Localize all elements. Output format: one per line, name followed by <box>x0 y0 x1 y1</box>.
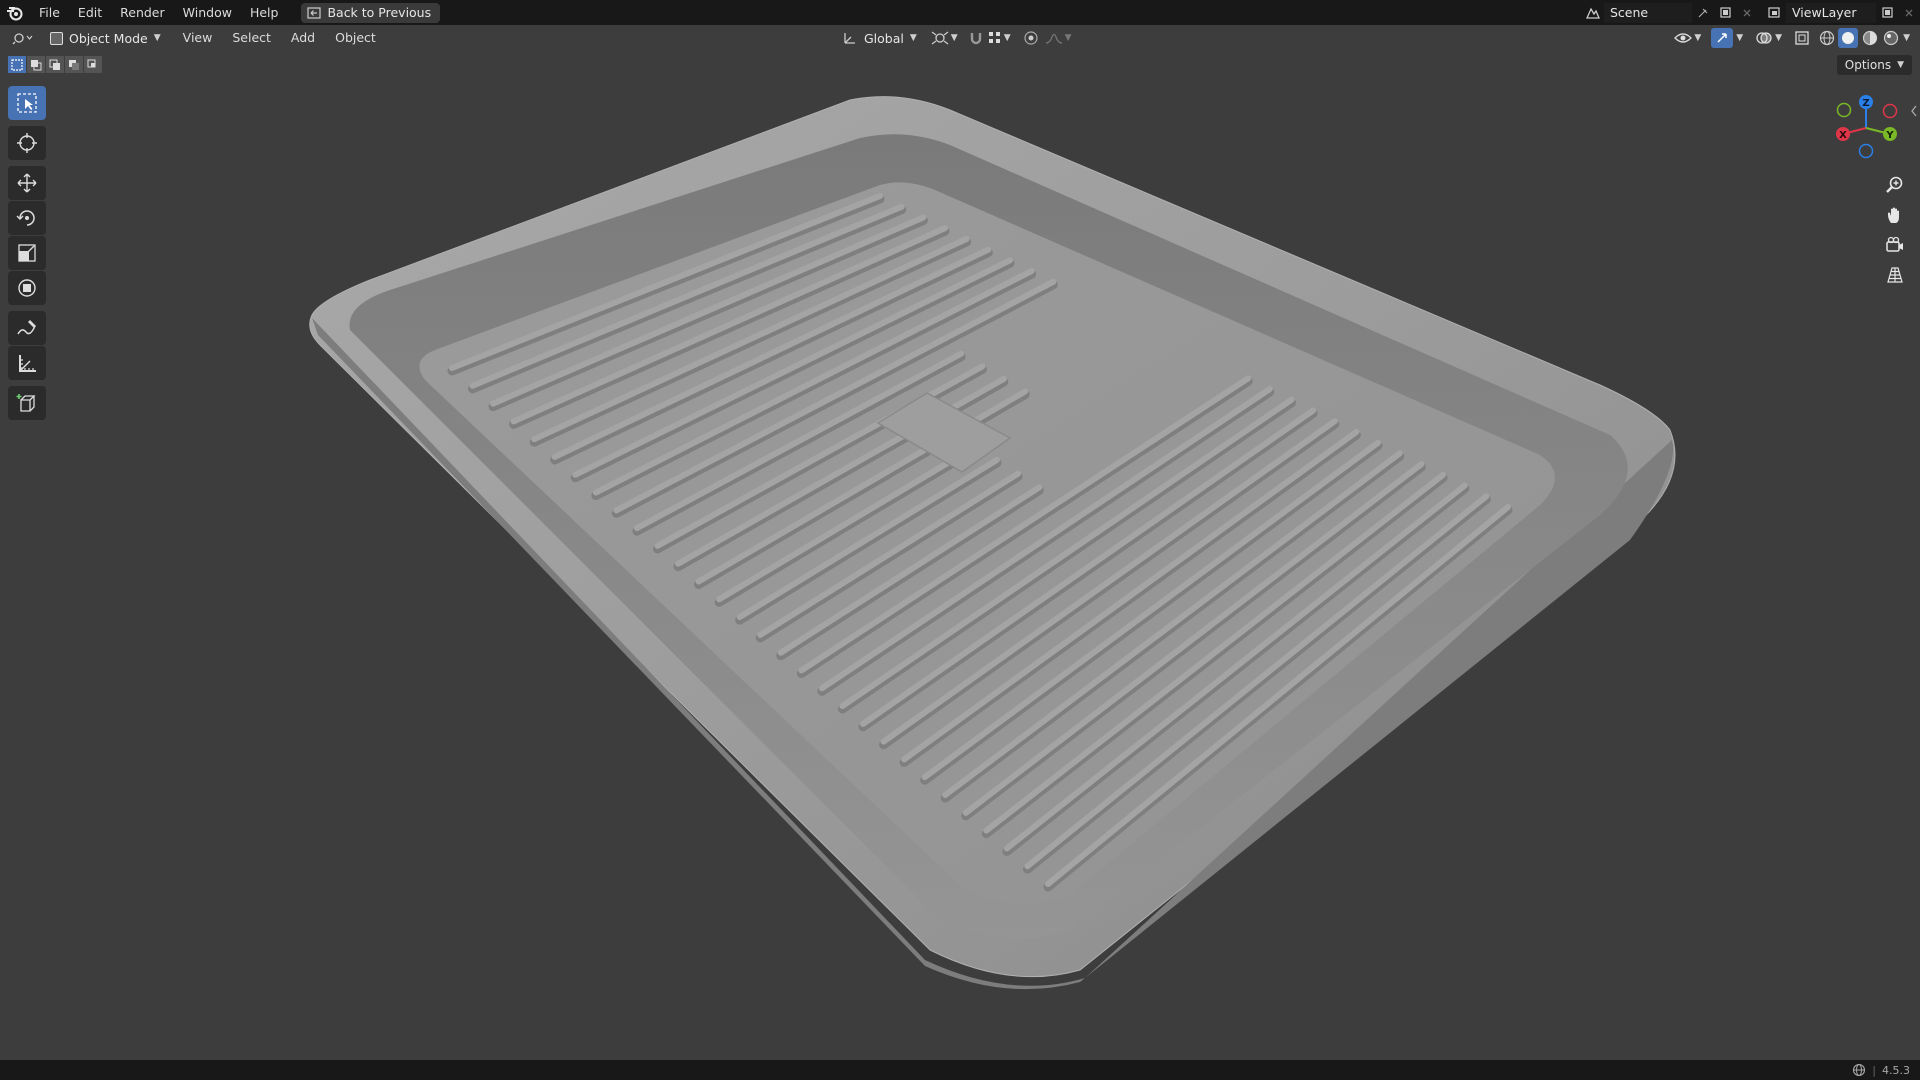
transform-orientation-dropdown[interactable]: Global ▼ <box>838 28 921 48</box>
overlays-icon <box>1756 32 1772 44</box>
orientation-axes-icon <box>844 33 855 44</box>
eye-icon <box>1674 33 1693 43</box>
editor-type-icon[interactable] <box>8 28 38 48</box>
select-box-tool-icon[interactable] <box>8 86 46 120</box>
chevron-down-icon: ▼ <box>1903 33 1910 43</box>
gizmo-neg-z-icon[interactable] <box>1858 143 1874 159</box>
version-label: 4.5.3 <box>1882 1063 1910 1077</box>
viewport-canvas[interactable] <box>0 51 1920 1060</box>
perspective-toggle-icon[interactable] <box>1880 260 1910 290</box>
pivot-point-icon <box>931 31 949 45</box>
back-to-previous-button[interactable]: Back to Previous <box>301 2 441 23</box>
xray-toggle[interactable] <box>1794 30 1810 46</box>
menu-help[interactable]: Help <box>241 0 288 25</box>
snap-target-dropdown[interactable]: ▼ <box>988 31 1011 45</box>
scale-tool-icon[interactable] <box>8 236 46 270</box>
object-mode-icon <box>50 31 63 45</box>
back-to-previous-label: Back to Previous <box>327 5 432 20</box>
rendered-shading-icon[interactable] <box>1882 29 1900 47</box>
measure-tool-icon[interactable] <box>8 346 46 380</box>
pivot-point-dropdown[interactable]: ▼ <box>931 30 958 46</box>
zoom-icon[interactable] <box>1880 170 1910 200</box>
transform-tools-group: Global ▼ ▼ ▼ ▼ <box>838 25 1072 51</box>
proportional-editing-toggle[interactable] <box>1023 30 1039 46</box>
header-menu-object[interactable]: Object <box>325 25 386 51</box>
viewport-right-tools: ▼ ▼ ▼ ▼ <box>1674 25 1910 51</box>
move-tool-icon[interactable] <box>8 166 46 200</box>
transform-tool-icon[interactable] <box>8 271 46 305</box>
proportional-editing-icon <box>1024 31 1038 45</box>
status-divider: | <box>1872 1063 1876 1077</box>
network-icon <box>1853 1063 1866 1077</box>
delete-view-layer-icon[interactable] <box>1898 3 1920 23</box>
chevron-down-icon: ▼ <box>1003 33 1011 43</box>
navigation-tools <box>1880 170 1912 290</box>
menu-window[interactable]: Window <box>174 0 241 25</box>
header-menu-add[interactable]: Add <box>281 25 325 51</box>
gizmo-neg-x-icon[interactable] <box>1882 103 1898 119</box>
back-icon <box>307 6 322 19</box>
cursor-tool-icon[interactable] <box>8 126 46 160</box>
material-shading-icon[interactable] <box>1861 29 1879 47</box>
new-scene-icon[interactable] <box>1714 3 1736 23</box>
pin-icon[interactable] <box>1692 3 1714 23</box>
menu-edit[interactable]: Edit <box>69 0 111 25</box>
view-layer-selector[interactable]: ViewLayer <box>1764 2 1920 23</box>
scene-selector[interactable]: Scene <box>1582 2 1758 23</box>
header-menu-select[interactable]: Select <box>222 25 281 51</box>
object-mode-dropdown[interactable]: Object Mode ▼ <box>44 28 167 48</box>
view-layer-field[interactable]: ViewLayer <box>1786 2 1876 23</box>
pan-hand-icon[interactable] <box>1880 200 1910 230</box>
shading-modes: ▼ <box>1818 28 1910 48</box>
blender-logo-icon[interactable] <box>0 0 30 25</box>
gizmo-icon <box>1711 28 1734 48</box>
chevron-down-icon: ▼ <box>950 33 958 43</box>
view-layer-icon[interactable] <box>1764 3 1786 23</box>
new-view-layer-icon[interactable] <box>1876 3 1898 23</box>
solid-shading-icon[interactable] <box>1838 28 1859 48</box>
gizmo-neg-y-icon[interactable] <box>1836 102 1852 118</box>
falloff-dropdown[interactable]: ▼ <box>1045 31 1072 45</box>
chevron-down-icon: ▼ <box>1694 33 1702 43</box>
status-bar: | 4.5.3 <box>0 1060 1920 1080</box>
rotate-tool-icon[interactable] <box>8 201 46 235</box>
object-mode-label: Object Mode <box>69 30 148 46</box>
scene-icon[interactable] <box>1582 3 1604 23</box>
chevron-down-icon: ▼ <box>1736 33 1744 43</box>
chevron-down-icon: ▼ <box>153 33 161 43</box>
annotate-tool-icon[interactable] <box>8 311 46 345</box>
falloff-curve-icon <box>1045 33 1062 44</box>
left-toolbar <box>8 86 46 421</box>
snap-grid-icon <box>988 32 1000 43</box>
gizmo-y-label: Y <box>1885 130 1894 141</box>
gizmo-z-label: Z <box>1862 98 1869 109</box>
visibility-dropdown[interactable]: ▼ <box>1674 31 1701 45</box>
gizmo-toggle[interactable]: ▼ <box>1711 28 1743 48</box>
sidebar-expand-icon[interactable] <box>1910 104 1918 118</box>
scene-name-field[interactable]: Scene <box>1604 2 1692 23</box>
chevron-down-icon: ▼ <box>1064 33 1072 43</box>
add-cube-tool-icon[interactable] <box>8 386 46 420</box>
menu-render[interactable]: Render <box>111 0 174 25</box>
delete-scene-icon[interactable] <box>1736 3 1758 23</box>
menu-file[interactable]: File <box>30 0 69 25</box>
top-menu-bar: File Edit Render Window Help Back to Pre… <box>0 0 1920 25</box>
camera-view-icon[interactable] <box>1880 230 1910 260</box>
navigation-gizmo[interactable]: Z Y X <box>1830 92 1902 164</box>
header-menu-view[interactable]: View <box>173 25 223 51</box>
scene-name: Scene <box>1610 5 1649 20</box>
gizmo-x-label: X <box>1839 130 1847 141</box>
magnet-icon <box>970 33 981 45</box>
overlays-toggle[interactable]: ▼ <box>1755 30 1782 46</box>
view-layer-name: ViewLayer <box>1792 5 1857 20</box>
transform-orientation-label: Global <box>864 30 904 46</box>
chevron-down-icon: ▼ <box>909 33 917 43</box>
snap-toggle[interactable] <box>968 30 984 46</box>
xray-icon <box>1795 31 1809 45</box>
chevron-down-icon: ▼ <box>1775 33 1783 43</box>
wireframe-shading-icon[interactable] <box>1818 29 1836 47</box>
